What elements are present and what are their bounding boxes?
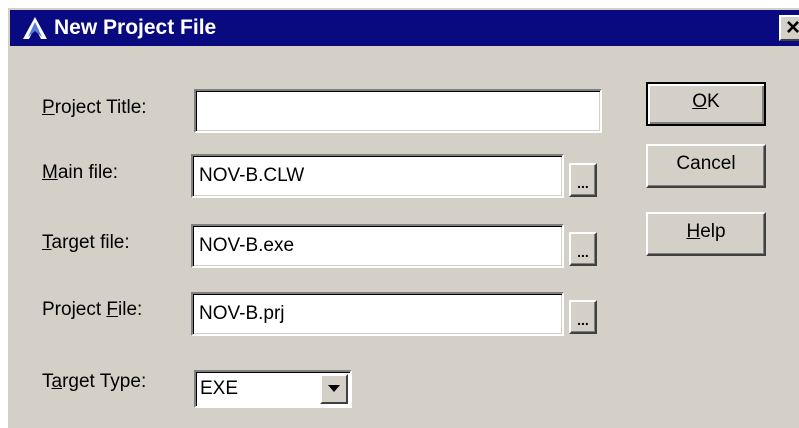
ok-button[interactable]: OK	[646, 82, 766, 126]
main-file-value: NOV-B.CLW	[199, 165, 305, 186]
clarion-app-icon	[23, 17, 47, 39]
project-title-input[interactable]	[194, 89, 602, 133]
help-button[interactable]: Help	[646, 212, 766, 256]
target-file-input[interactable]: NOV-B.exe	[191, 224, 564, 268]
project-file-label: Project File:	[42, 299, 143, 320]
project-file-value: NOV-B.prj	[199, 303, 285, 324]
close-button[interactable]: ×	[779, 15, 799, 41]
target-type-dropdown-button[interactable]	[320, 374, 348, 404]
chevron-down-icon	[328, 385, 340, 392]
project-title-label: Project Title:	[42, 97, 147, 118]
cancel-button[interactable]: Cancel	[646, 144, 766, 188]
new-project-dialog: New Project File × Project Title: Main f…	[6, 6, 799, 428]
target-file-browse-button[interactable]: ...	[569, 232, 597, 266]
target-file-value: NOV-B.exe	[199, 235, 295, 256]
target-file-label: Target file:	[42, 232, 130, 253]
target-type-select[interactable]: EXE	[194, 370, 352, 408]
main-file-label: Main file:	[42, 162, 119, 183]
title-bar[interactable]: New Project File ×	[10, 10, 799, 46]
target-type-label: Target Type:	[42, 371, 147, 392]
main-file-input[interactable]: NOV-B.CLW	[191, 154, 564, 198]
project-file-input[interactable]: NOV-B.prj	[191, 292, 564, 336]
close-icon: ×	[785, 14, 799, 41]
project-file-browse-button[interactable]: ...	[569, 300, 597, 334]
target-type-value: EXE	[200, 378, 239, 399]
main-file-browse-button[interactable]: ...	[569, 163, 597, 197]
window-title: New Project File	[54, 16, 217, 39]
